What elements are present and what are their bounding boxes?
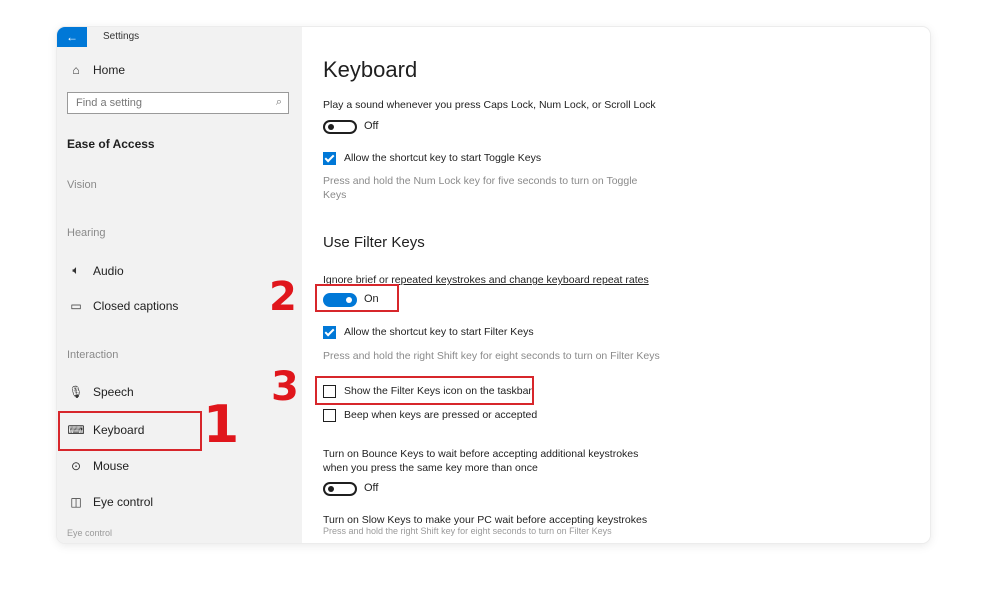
bounce-keys-toggle[interactable] xyxy=(323,482,357,496)
sound-setting-label: Play a sound whenever you press Caps Loc… xyxy=(323,99,656,111)
toggle-keys-desc-line1: Press and hold the Num Lock key for five… xyxy=(323,175,638,187)
step-1-callout: 1 xyxy=(203,395,240,455)
step-2-callout: 2 xyxy=(269,274,297,320)
toggle-keys-shortcut-label: Allow the shortcut key to start Toggle K… xyxy=(344,152,542,164)
filter-keys-shortcut-desc: Press and hold the right Shift key for e… xyxy=(323,350,660,362)
sidebar-group-interaction: Interaction xyxy=(67,349,119,361)
sound-toggle[interactable] xyxy=(323,120,357,134)
bounce-keys-toggle-state: Off xyxy=(364,482,379,494)
filter-keys-heading: Use Filter Keys xyxy=(323,234,425,251)
main-content: Keyboard Play a sound whenever you press… xyxy=(302,27,930,543)
sidebar-item-mouse[interactable]: ⊙ Mouse xyxy=(67,459,129,473)
sound-toggle-state: Off xyxy=(364,120,379,132)
highlight-toggle-box xyxy=(315,284,399,312)
toggle-knob xyxy=(328,486,334,492)
search-icon: ⌕ xyxy=(275,96,282,108)
home-icon: ⌂ xyxy=(72,63,80,77)
search-placeholder: Find a setting xyxy=(76,97,143,109)
sidebar-item-home[interactable]: ⌂ Home xyxy=(67,63,125,77)
captions-icon: ▭ xyxy=(70,299,82,313)
app-title: Settings xyxy=(103,31,140,42)
toggle-keys-desc-line2: Keys xyxy=(323,189,347,201)
step-3-callout: 3 xyxy=(271,364,299,410)
settings-window: ← Settings ⌂ Home Find a setting ⌕ Ease … xyxy=(57,27,930,543)
sidebar-item-speech[interactable]: 🎙︎ Speech xyxy=(67,385,134,399)
sidebar-ghost-text: Eye control xyxy=(67,528,113,538)
filter-keys-shortcut-checkbox[interactable] xyxy=(323,326,336,339)
mouse-icon: ⊙ xyxy=(70,459,82,473)
highlight-keyboard-box xyxy=(58,411,202,451)
slow-keys-ghost-text: Press and hold the right Shift key for e… xyxy=(323,526,612,536)
sidebar-item-label: Eye control xyxy=(93,495,154,509)
sidebar-item-label: Closed captions xyxy=(93,299,179,313)
sidebar-group-vision: Vision xyxy=(67,179,97,191)
speaker-icon: 🔈︎ xyxy=(72,263,80,277)
sidebar-item-label: Audio xyxy=(93,263,124,278)
sidebar-section-title: Ease of Access xyxy=(67,137,155,151)
sidebar-item-label: Mouse xyxy=(93,459,130,473)
sidebar: ← Settings ⌂ Home Find a setting ⌕ Ease … xyxy=(57,27,302,543)
highlight-taskbar-checkbox-box xyxy=(315,376,534,405)
back-button[interactable]: ← xyxy=(57,27,87,47)
sidebar-item-audio[interactable]: 🔈︎ Audio xyxy=(67,263,124,278)
title-bar: ← Settings xyxy=(57,27,302,47)
eye-control-icon: ◫ xyxy=(70,495,82,509)
slow-keys-label: Turn on Slow Keys to make your PC wait b… xyxy=(323,514,648,526)
bounce-keys-label-line1: Turn on Bounce Keys to wait before accep… xyxy=(323,448,639,460)
toggle-keys-shortcut-checkbox[interactable] xyxy=(323,152,336,165)
page-title: Keyboard xyxy=(323,57,418,82)
sidebar-item-label: Speech xyxy=(93,385,134,399)
search-input[interactable]: Find a setting ⌕ xyxy=(67,92,289,114)
sidebar-item-label: Home xyxy=(93,63,126,77)
sidebar-group-hearing: Hearing xyxy=(67,227,106,239)
toggle-knob xyxy=(328,124,334,130)
bounce-keys-label-line2: when you press the same key more than on… xyxy=(323,462,538,474)
microphone-icon: 🎙︎ xyxy=(68,385,84,399)
sidebar-item-eye-control[interactable]: ◫ Eye control xyxy=(67,495,153,509)
back-arrow-icon: ← xyxy=(66,30,78,44)
sidebar-item-closed-captions[interactable]: ▭ Closed captions xyxy=(67,299,178,313)
filter-keys-beep-label: Beep when keys are pressed or accepted xyxy=(344,409,538,421)
filter-keys-beep-checkbox[interactable] xyxy=(323,409,336,422)
filter-keys-shortcut-label: Allow the shortcut key to start Filter K… xyxy=(344,326,534,338)
